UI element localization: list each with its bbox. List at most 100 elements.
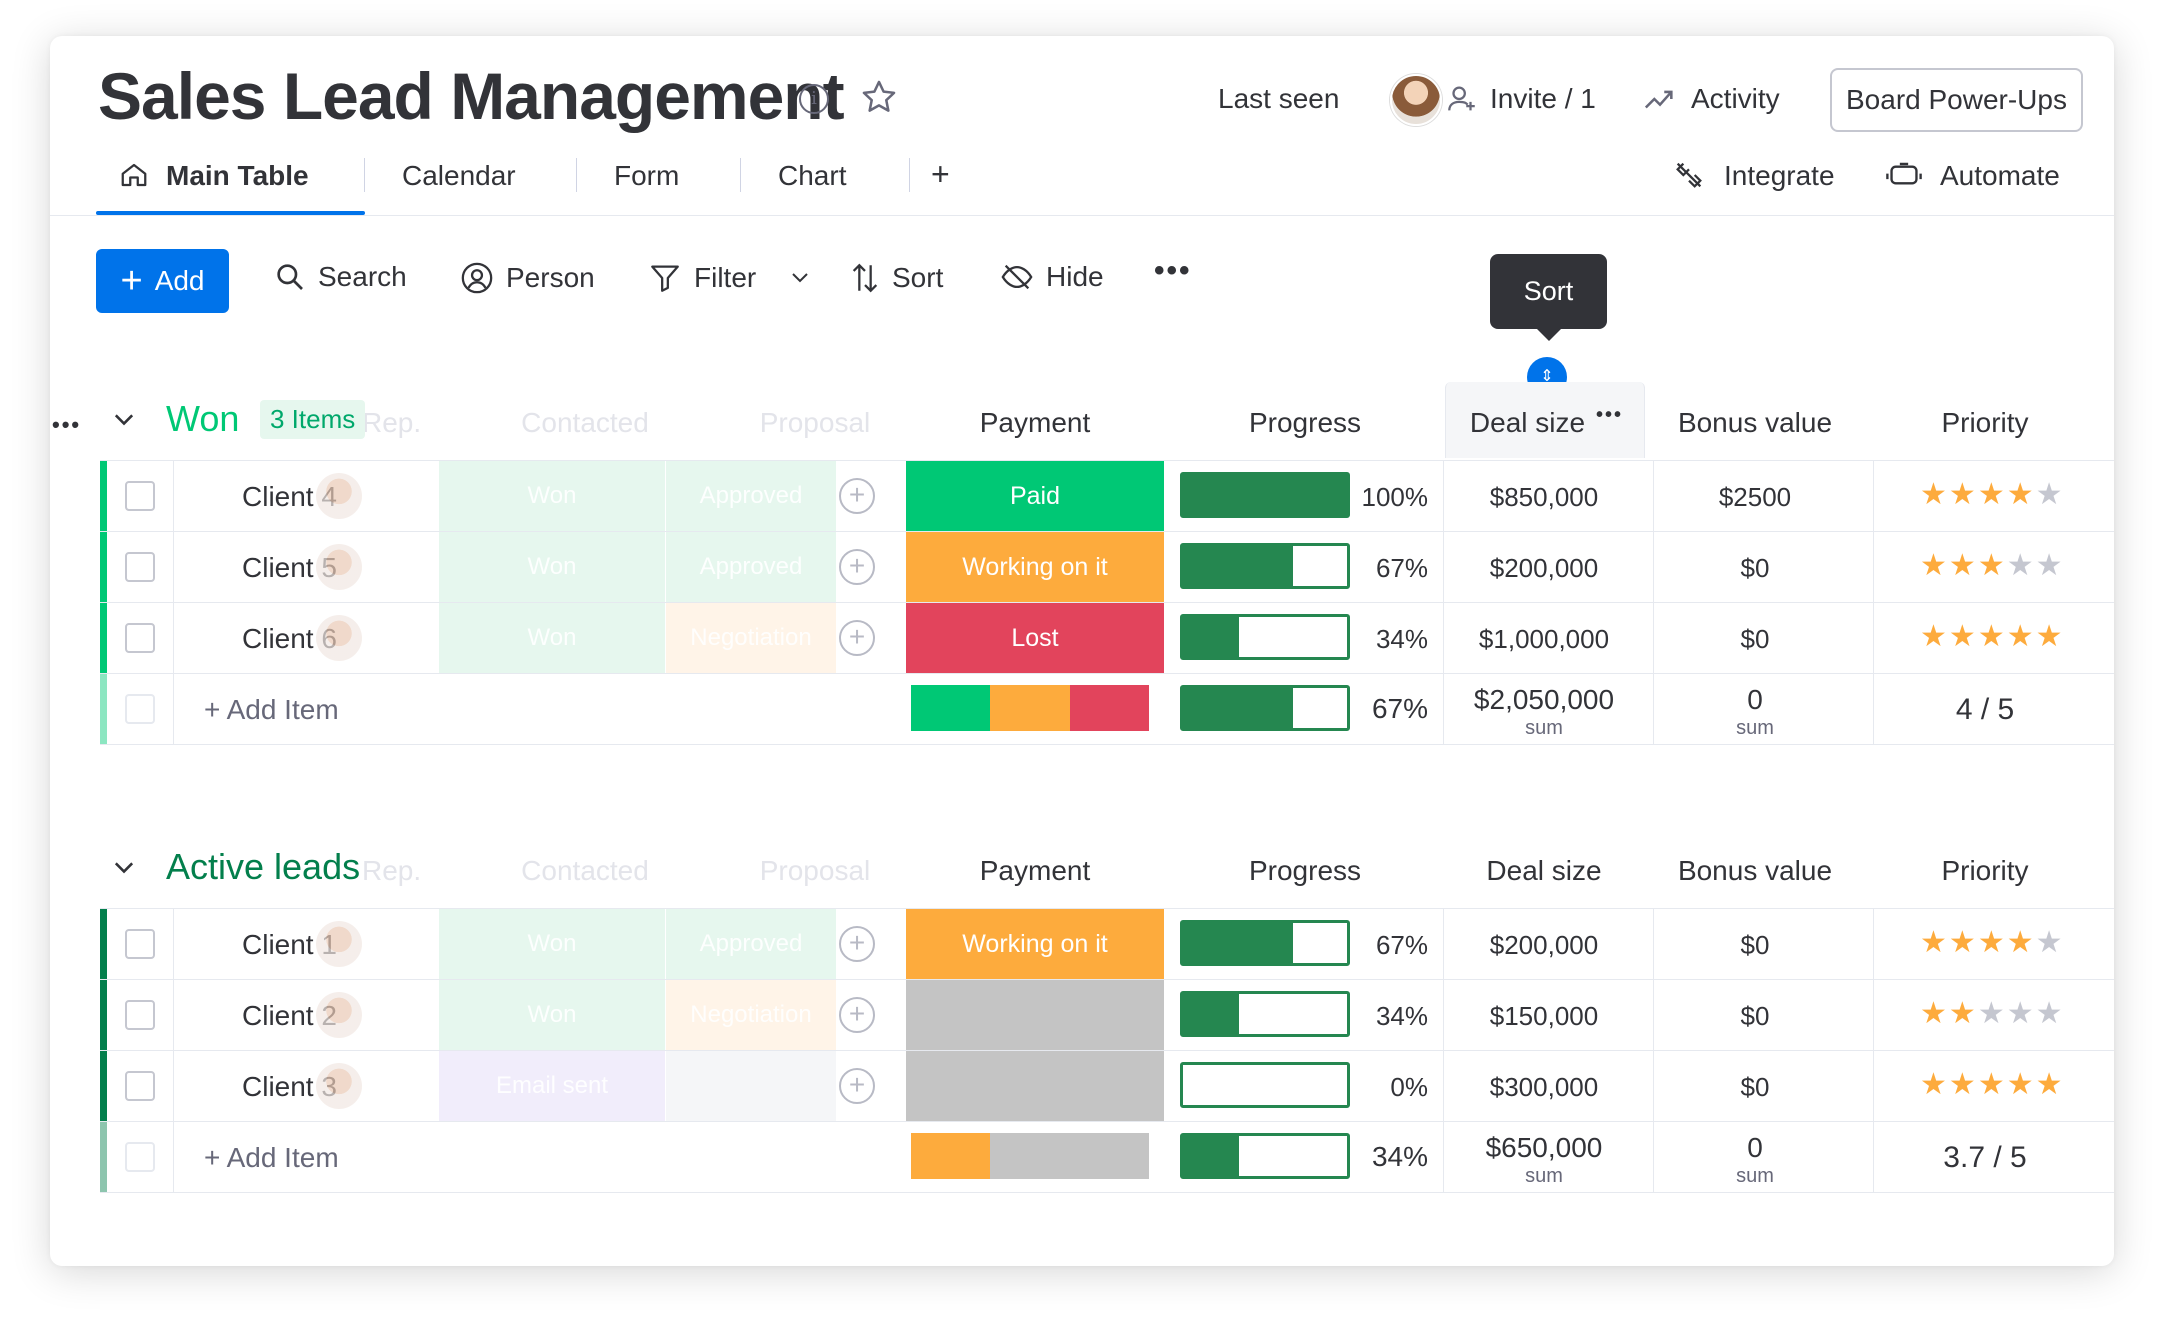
group-title-won[interactable]: Won — [166, 398, 239, 440]
priority-star[interactable]: ★ — [2036, 997, 2065, 1030]
star-favorite-icon[interactable] — [860, 78, 898, 121]
row-checkbox[interactable] — [125, 1071, 155, 1101]
contacted-status-cell[interactable]: Won — [439, 603, 665, 673]
proposal-status-cell[interactable]: Approved — [666, 532, 836, 602]
row-checkbox[interactable] — [125, 552, 155, 582]
priority-star[interactable]: ★ — [2007, 620, 2036, 653]
payment-status-cell[interactable]: Paid — [906, 461, 1164, 531]
automate-button[interactable]: Automate — [1940, 160, 2060, 192]
add-button[interactable]: + Add — [96, 249, 229, 313]
priority-star[interactable]: ★ — [2036, 549, 2065, 582]
deal-size-cell[interactable]: $300,000 — [1445, 1072, 1643, 1103]
column-header-progress[interactable]: Progress — [1175, 855, 1435, 887]
bonus-value-cell[interactable]: $0 — [1655, 553, 1855, 584]
tab-main-table[interactable]: Main Table — [166, 160, 309, 192]
payment-status-cell[interactable]: Working on it — [906, 532, 1164, 602]
priority-star[interactable]: ★ — [1978, 549, 2007, 582]
board-power-ups-button[interactable]: Board Power-Ups — [1830, 68, 2083, 132]
tab-form[interactable]: Form — [614, 160, 679, 192]
contacted-status-cell[interactable]: Won — [439, 461, 665, 531]
invite-button[interactable]: Invite / 1 — [1490, 83, 1596, 115]
priority-star[interactable]: ★ — [1920, 620, 1949, 653]
proposal-status-cell[interactable]: Approved — [666, 909, 836, 979]
payment-status-cell[interactable]: Working on it — [906, 909, 1164, 979]
bonus-value-cell[interactable]: $2500 — [1655, 482, 1855, 513]
priority-star[interactable]: ★ — [1949, 478, 1978, 511]
avatar[interactable] — [316, 473, 362, 519]
priority-star[interactable]: ★ — [1920, 1068, 1949, 1101]
add-update-icon[interactable]: + — [839, 1068, 875, 1104]
priority-star[interactable]: ★ — [1949, 926, 1978, 959]
payment-status-cell[interactable] — [906, 1051, 1164, 1121]
deal-size-cell[interactable]: $200,000 — [1445, 553, 1643, 584]
avatar[interactable] — [1390, 74, 1442, 126]
avatar[interactable] — [316, 992, 362, 1038]
priority-star[interactable]: ★ — [2036, 620, 2065, 653]
add-update-icon[interactable]: + — [839, 997, 875, 1033]
priority-star[interactable]: ★ — [2036, 926, 2065, 959]
payment-status-cell[interactable]: Lost — [906, 603, 1164, 673]
column-menu-button[interactable]: ••• — [1596, 404, 1623, 427]
filter-button[interactable]: Filter — [648, 261, 756, 295]
more-options-button[interactable]: ••• — [1154, 254, 1192, 288]
column-header-priority[interactable]: Priority — [1875, 407, 2095, 439]
contacted-status-cell[interactable]: Won — [439, 909, 665, 979]
add-item-button[interactable]: + Add Item — [204, 1142, 339, 1174]
column-header-deal-size[interactable]: Deal size — [1445, 407, 1610, 439]
add-update-icon[interactable]: + — [839, 478, 875, 514]
add-item-button[interactable]: + Add Item — [204, 694, 339, 726]
add-update-icon[interactable]: + — [839, 620, 875, 656]
priority-star[interactable]: ★ — [2007, 997, 2036, 1030]
priority-star[interactable]: ★ — [1978, 478, 2007, 511]
priority-star[interactable]: ★ — [1920, 997, 1949, 1030]
priority-star[interactable]: ★ — [1978, 926, 2007, 959]
proposal-status-cell[interactable]: Negotiation — [666, 980, 836, 1050]
priority-star[interactable]: ★ — [1978, 1068, 2007, 1101]
search-button[interactable]: Search — [274, 261, 407, 293]
priority-star[interactable]: ★ — [2036, 1068, 2065, 1101]
row-checkbox[interactable] — [125, 929, 155, 959]
priority-rating[interactable]: ★★★★★ — [1920, 996, 2065, 1031]
priority-star[interactable]: ★ — [1978, 997, 2007, 1030]
column-header-payment[interactable]: Payment — [906, 855, 1164, 887]
contacted-status-cell[interactable]: Won — [439, 532, 665, 602]
proposal-status-cell[interactable]: Negotiation — [666, 603, 836, 673]
integrate-button[interactable]: Integrate — [1724, 160, 1835, 192]
priority-star[interactable]: ★ — [1949, 1068, 1978, 1101]
bonus-value-cell[interactable]: $0 — [1655, 930, 1855, 961]
priority-star[interactable]: ★ — [1920, 478, 1949, 511]
priority-rating[interactable]: ★★★★★ — [1920, 477, 2065, 512]
avatar[interactable] — [316, 615, 362, 661]
priority-star[interactable]: ★ — [1949, 620, 1978, 653]
info-icon[interactable]: i — [799, 84, 829, 114]
row-checkbox[interactable] — [125, 623, 155, 653]
tab-chart[interactable]: Chart — [778, 160, 846, 192]
priority-rating[interactable]: ★★★★★ — [1920, 1067, 2065, 1102]
column-header-deal-size[interactable]: Deal size — [1445, 855, 1643, 887]
proposal-status-cell[interactable]: Approved — [666, 461, 836, 531]
priority-star[interactable]: ★ — [1978, 620, 2007, 653]
add-view-button[interactable]: + — [931, 156, 950, 193]
column-header-bonus-value[interactable]: Bonus value — [1655, 407, 1855, 439]
row-checkbox[interactable] — [125, 481, 155, 511]
group-collapse-chevron-icon[interactable] — [110, 856, 138, 885]
group-menu-button[interactable]: ••• — [52, 412, 81, 438]
contacted-status-cell[interactable]: Won — [439, 980, 665, 1050]
priority-rating[interactable]: ★★★★★ — [1920, 619, 2065, 654]
priority-star[interactable]: ★ — [2007, 478, 2036, 511]
deal-size-cell[interactable]: $150,000 — [1445, 1001, 1643, 1032]
bonus-value-cell[interactable]: $0 — [1655, 1072, 1855, 1103]
bonus-value-cell[interactable]: $0 — [1655, 624, 1855, 655]
priority-rating[interactable]: ★★★★★ — [1920, 925, 2065, 960]
group-title-active-leads[interactable]: Active leads — [166, 846, 360, 888]
add-update-icon[interactable]: + — [839, 549, 875, 585]
person-filter-button[interactable]: Person — [460, 261, 595, 295]
activity-button[interactable]: Activity — [1691, 83, 1780, 115]
payment-status-cell[interactable] — [906, 980, 1164, 1050]
avatar[interactable] — [316, 1063, 362, 1109]
priority-star[interactable]: ★ — [2007, 926, 2036, 959]
deal-size-cell[interactable]: $1,000,000 — [1445, 624, 1643, 655]
priority-star[interactable]: ★ — [1920, 926, 1949, 959]
add-update-icon[interactable]: + — [839, 926, 875, 962]
contacted-status-cell[interactable]: Email sent — [439, 1051, 665, 1121]
